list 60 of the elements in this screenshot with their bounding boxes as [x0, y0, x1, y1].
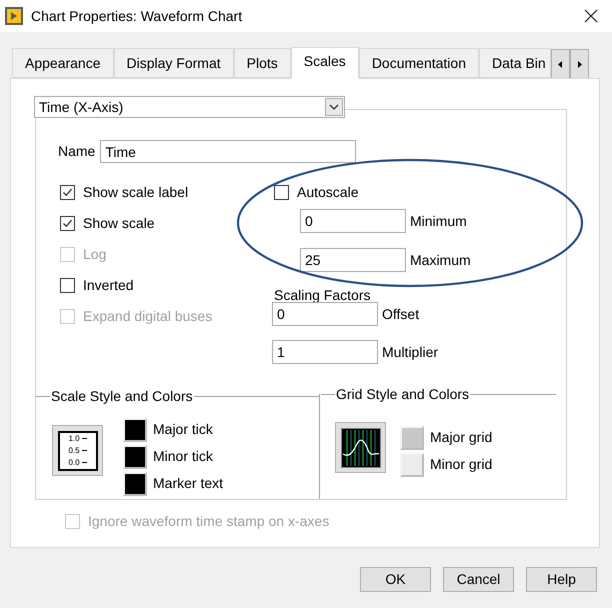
- number-field[interactable]: 0: [300, 209, 406, 233]
- swatch-label: Minor tick: [153, 447, 213, 466]
- tick-mark-icon: [82, 450, 87, 452]
- color-swatch[interactable]: [400, 452, 424, 476]
- scale-label: 0.5: [68, 444, 80, 456]
- checkmark-icon: [62, 186, 73, 198]
- swatch-label: Marker text: [153, 474, 224, 493]
- tab-scroll-left-icon[interactable]: [550, 49, 570, 79]
- swatch-label: Major grid: [430, 428, 492, 447]
- color-swatch[interactable]: [123, 472, 147, 496]
- group-title: Grid Style and Colors: [335, 384, 470, 404]
- checkbox[interactable]: [60, 216, 75, 230]
- dialog-button[interactable]: OK: [360, 567, 431, 592]
- field-label: Multiplier: [382, 342, 438, 362]
- tab-scroll-right-icon[interactable]: [570, 49, 589, 79]
- checkbox-label: Show scale label: [83, 182, 188, 202]
- group-title: Scale Style and Colors: [50, 386, 194, 406]
- tab[interactable]: Plots: [234, 48, 291, 78]
- checkbox-label: Log: [83, 244, 106, 264]
- name-field[interactable]: Time: [100, 140, 356, 163]
- tab[interactable]: Documentation: [358, 48, 479, 78]
- dialog-button[interactable]: Cancel: [443, 567, 514, 592]
- number-field[interactable]: 25: [300, 248, 406, 272]
- number-field[interactable]: 0: [272, 302, 378, 326]
- window-title: Chart Properties: Waveform Chart: [31, 6, 242, 26]
- tab[interactable]: Display Format: [114, 48, 234, 78]
- scale-label: 0.0: [68, 456, 80, 468]
- field-label: Minimum: [410, 212, 467, 230]
- chevron-down-icon: [325, 98, 343, 116]
- field-label: Offset: [382, 304, 420, 324]
- checkbox-label: Show scale: [83, 214, 155, 232]
- grid-style-button[interactable]: [335, 422, 386, 473]
- swatch-label: Major tick: [153, 420, 213, 439]
- checkbox-label: Expand digital buses: [83, 306, 212, 326]
- tick-mark-icon: [82, 438, 87, 440]
- scale-label: 1.0: [68, 432, 80, 444]
- field-label: Name: [58, 142, 96, 161]
- checkbox-label: Ignore waveform time stamp on x-axes: [88, 512, 330, 531]
- checkmark-icon: [62, 218, 73, 228]
- checkbox[interactable]: [60, 278, 75, 292]
- number-field[interactable]: 1: [272, 340, 378, 364]
- dialog-button[interactable]: Help: [526, 567, 597, 592]
- checkbox-label: Autoscale: [297, 182, 358, 202]
- section-title: Scaling Factors: [274, 287, 372, 303]
- color-swatch[interactable]: [123, 444, 147, 468]
- color-swatch[interactable]: [400, 426, 424, 450]
- axis-dropdown[interactable]: Time (X-Axis): [34, 96, 345, 118]
- swatch-label: Minor grid: [430, 455, 492, 474]
- app-icon: [5, 7, 23, 25]
- scale-style-button[interactable]: 1.0 0.5 0.0: [52, 425, 103, 476]
- checkbox[interactable]: [274, 184, 289, 200]
- tab[interactable]: Scales: [290, 47, 359, 79]
- tick-mark-icon: [82, 462, 87, 464]
- tab[interactable]: Data Bin: [478, 48, 551, 78]
- color-swatch[interactable]: [123, 418, 147, 442]
- close-icon[interactable]: [584, 9, 598, 23]
- field-label: Maximum: [410, 250, 471, 270]
- checkbox[interactable]: [60, 184, 75, 200]
- tab[interactable]: Appearance: [12, 48, 114, 78]
- checkbox-label: Inverted: [83, 276, 134, 294]
